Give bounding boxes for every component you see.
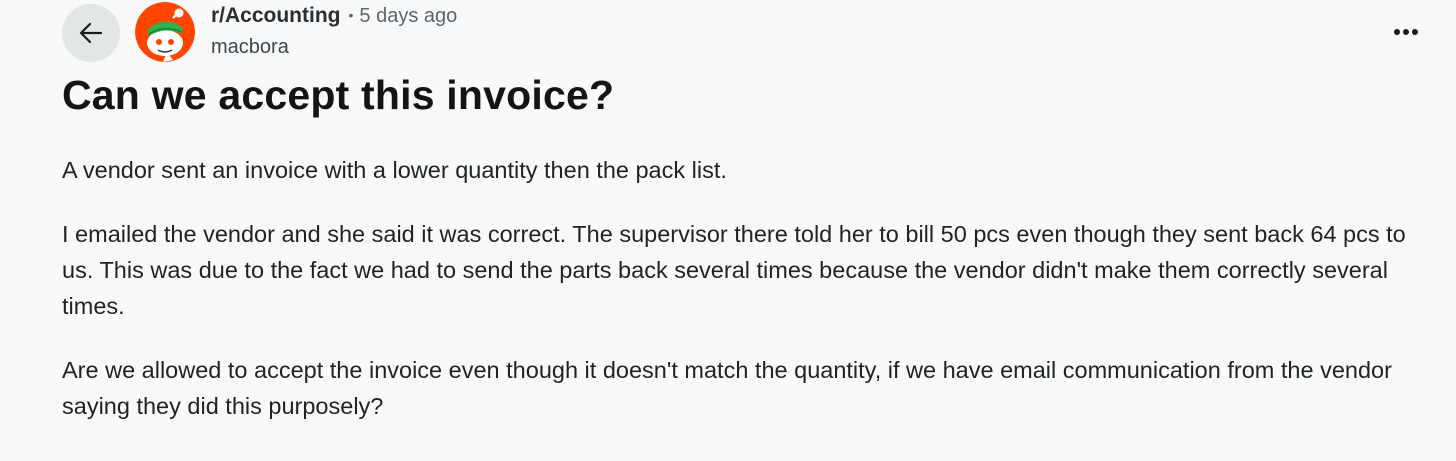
subreddit-avatar[interactable] [135, 2, 195, 62]
post-timestamp: 5 days ago [359, 5, 458, 27]
back-arrow-icon [79, 22, 103, 44]
back-button[interactable] [62, 4, 120, 62]
subreddit-link[interactable]: r/Accounting [211, 4, 341, 28]
post-paragraph: A vendor sent an invoice with a lower qu… [62, 157, 727, 183]
more-options-icon [1394, 29, 1418, 35]
author-link[interactable]: macbora [211, 36, 457, 59]
post-body: A vendor sent an invoice with a lower qu… [62, 152, 1432, 452]
post-meta-row: r/Accounting • 5 days ago [211, 4, 457, 32]
post-page: r/Accounting • 5 days ago macbora Can we… [0, 0, 1456, 461]
post-title: Can we accept this invoice? [62, 72, 615, 118]
post-meta: r/Accounting • 5 days ago macbora [211, 4, 457, 59]
more-options-button[interactable] [1388, 20, 1424, 44]
post-paragraph: I emailed the vendor and she said it was… [62, 221, 1406, 319]
meta-separator: • [348, 7, 354, 23]
reddit-snoo-avatar-icon [135, 2, 195, 62]
post-paragraph: Are we allowed to accept the invoice eve… [62, 357, 1392, 419]
